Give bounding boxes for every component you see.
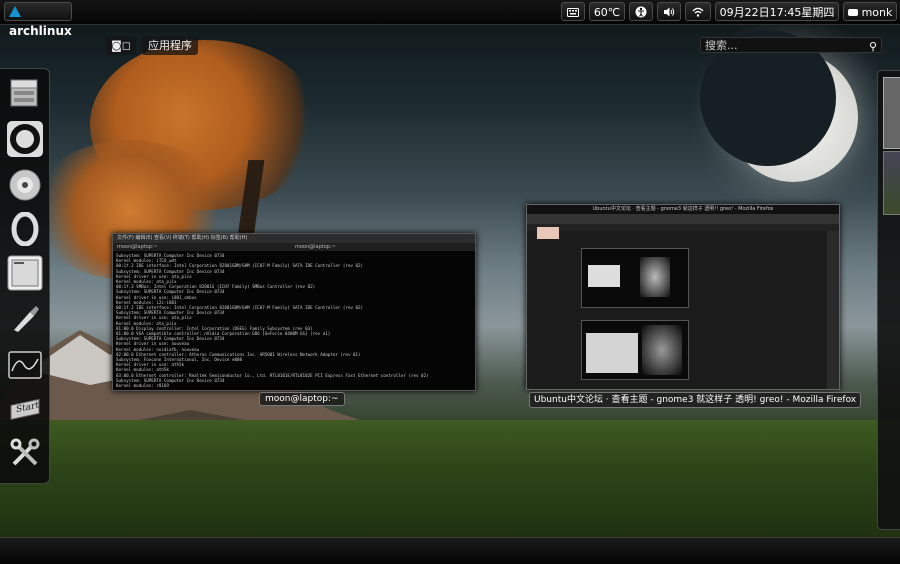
user-menu[interactable]: monk — [843, 2, 897, 21]
terminal-icon[interactable] — [7, 255, 43, 291]
terminal-tab-1[interactable]: moon@laptop:~ — [117, 243, 158, 251]
browser-titlebar: Ubuntu中文论坛 · 查看主题 - gnome3 就这样子 透明!! gre… — [527, 205, 839, 214]
terminal-tabs: moon@laptop:~ moon@laptop:~ — [113, 243, 475, 251]
arch-logo-icon — [9, 6, 21, 17]
post-avatar — [537, 227, 559, 239]
top-panel: archlinux 60℃ 09月22日17:45星期四 monk — [0, 0, 900, 38]
terminal-output: Subsystem: SUPERTA Computer Inc Device 0… — [113, 251, 475, 387]
workspace-switcher — [877, 70, 900, 530]
ring-app-icon[interactable] — [7, 121, 43, 157]
terminal-window-caption: moon@laptop:~ — [259, 392, 345, 406]
disc-icon[interactable] — [7, 167, 43, 203]
applications-tab[interactable]: 应用程序 — [142, 37, 198, 55]
wifi-icon[interactable] — [685, 2, 711, 21]
browser-toolbar[interactable] — [527, 214, 839, 224]
user-name: monk — [861, 6, 893, 19]
monitor-graph-icon[interactable] — [7, 347, 43, 383]
temperature-indicator[interactable]: 60℃ — [589, 2, 625, 21]
start-icon[interactable]: Start — [7, 391, 43, 427]
opera-icon[interactable] — [7, 211, 43, 247]
file-cabinet-icon[interactable] — [7, 75, 43, 111]
logo-text: archlinux — [9, 24, 72, 38]
browser-page — [527, 227, 827, 389]
tools-icon[interactable] — [7, 435, 43, 471]
search-input[interactable]: 搜索... ⚲ — [700, 37, 882, 53]
brush-icon[interactable] — [7, 301, 43, 337]
accessibility-icon[interactable] — [629, 2, 653, 21]
favorites-dock: Start — [0, 68, 50, 484]
activities-button[interactable]: archlinux — [4, 2, 72, 38]
chat-bubble-icon — [847, 9, 858, 16]
browser-window-caption: Ubuntu中文论坛 · 查看主题 - gnome3 就这样子 透明! greo… — [529, 392, 862, 408]
browser-scrollbar[interactable] — [827, 231, 839, 389]
terminal-menubar[interactable]: 文件(F) 编辑(E) 查看(V) 终端(T) 帮助(H) 标签(B) 帮助(H… — [113, 234, 475, 243]
workspace-thumbnail-1[interactable] — [883, 77, 900, 149]
post-attachment-2 — [581, 320, 689, 380]
windows-view-button[interactable]: ◙◻ — [106, 37, 136, 55]
keyboard-icon[interactable] — [561, 2, 585, 21]
clock[interactable]: 09月22日17:45星期四 — [715, 2, 839, 21]
search-icon: ⚲ — [868, 40, 877, 53]
terminal-tab-2[interactable]: moon@laptop:~ — [295, 243, 336, 251]
terminal-line: Kernel modules: r8169 — [116, 383, 169, 387]
search-placeholder: 搜索... — [705, 39, 738, 52]
volume-icon[interactable] — [657, 2, 681, 21]
workspace-thumbnail-2[interactable] — [883, 151, 900, 215]
firefox-window[interactable]: Ubuntu中文论坛 · 查看主题 - gnome3 就这样子 透明!! gre… — [526, 204, 840, 390]
bottom-panel — [0, 537, 900, 564]
browser-tabs[interactable] — [527, 224, 839, 231]
terminal-window[interactable]: 文件(F) 编辑(E) 查看(V) 终端(T) 帮助(H) 标签(B) 帮助(H… — [112, 233, 476, 391]
post-attachment-1 — [581, 248, 689, 308]
